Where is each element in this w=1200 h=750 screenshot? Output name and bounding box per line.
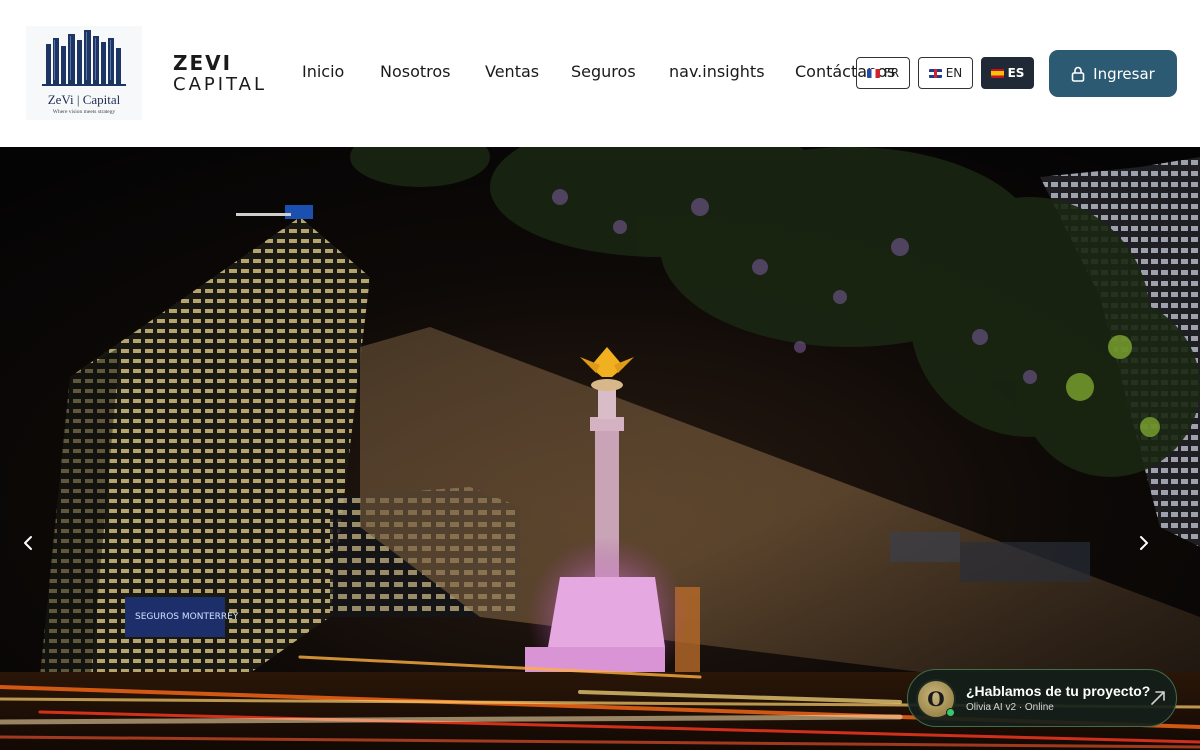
arrow-up-right-icon bbox=[1151, 691, 1165, 705]
lang-button-en[interactable]: EN bbox=[918, 57, 973, 89]
lock-icon bbox=[1071, 66, 1085, 82]
logo-tagline: Where vision meets strategy bbox=[52, 109, 116, 115]
nav-item-inicio[interactable]: Inicio bbox=[302, 62, 344, 81]
building-sign-icon bbox=[285, 205, 313, 219]
login-label: Ingresar bbox=[1093, 64, 1155, 83]
lang-button-fr[interactable]: FR bbox=[856, 57, 910, 89]
nav-item-nosotros[interactable]: Nosotros bbox=[380, 62, 451, 81]
brand-line-1: ZEVI bbox=[173, 51, 233, 75]
hero-image: SEGUROS MONTERREY bbox=[0, 147, 1200, 750]
site-header: ZeVi | Capital Where vision meets strate… bbox=[0, 0, 1200, 147]
building-sign-text: SEGUROS MONTERREY bbox=[135, 612, 239, 622]
lang-code-en: EN bbox=[945, 66, 963, 80]
nav-item-insights[interactable]: nav.insights bbox=[669, 62, 765, 81]
brand-line-2: CAPITAL bbox=[173, 74, 267, 95]
lang-code-es: ES bbox=[1007, 66, 1025, 80]
chevron-left-icon bbox=[24, 536, 32, 550]
chat-widget-button[interactable]: O ¿Hablamos de tu proyecto? Olivia AI v2… bbox=[907, 669, 1177, 727]
brand-wordmark: ZEVI CAPITAL bbox=[173, 52, 267, 96]
hero-carousel: SEGUROS MONTERREY bbox=[0, 147, 1200, 750]
chat-title: ¿Hablamos de tu proyecto? bbox=[966, 683, 1151, 699]
nav-item-ventas[interactable]: Ventas bbox=[485, 62, 539, 81]
lang-code-fr: FR bbox=[883, 66, 900, 80]
nav-item-seguros[interactable]: Seguros bbox=[571, 62, 636, 81]
carousel-prev-button[interactable] bbox=[16, 531, 40, 555]
company-logo[interactable]: ZeVi | Capital Where vision meets strate… bbox=[26, 26, 142, 120]
lang-button-es[interactable]: ES bbox=[981, 57, 1034, 89]
carousel-next-button[interactable] bbox=[1132, 531, 1156, 555]
flag-fr-icon bbox=[866, 68, 880, 78]
login-button[interactable]: Ingresar bbox=[1049, 50, 1177, 97]
flag-es-icon bbox=[990, 68, 1004, 78]
online-status-dot bbox=[946, 708, 955, 717]
logo-name-text: ZeVi | Capital bbox=[47, 92, 121, 107]
chevron-right-icon bbox=[1140, 536, 1148, 550]
chat-subtitle: Olivia AI v2 · Online bbox=[966, 702, 1054, 713]
flag-gb-icon bbox=[928, 68, 942, 78]
